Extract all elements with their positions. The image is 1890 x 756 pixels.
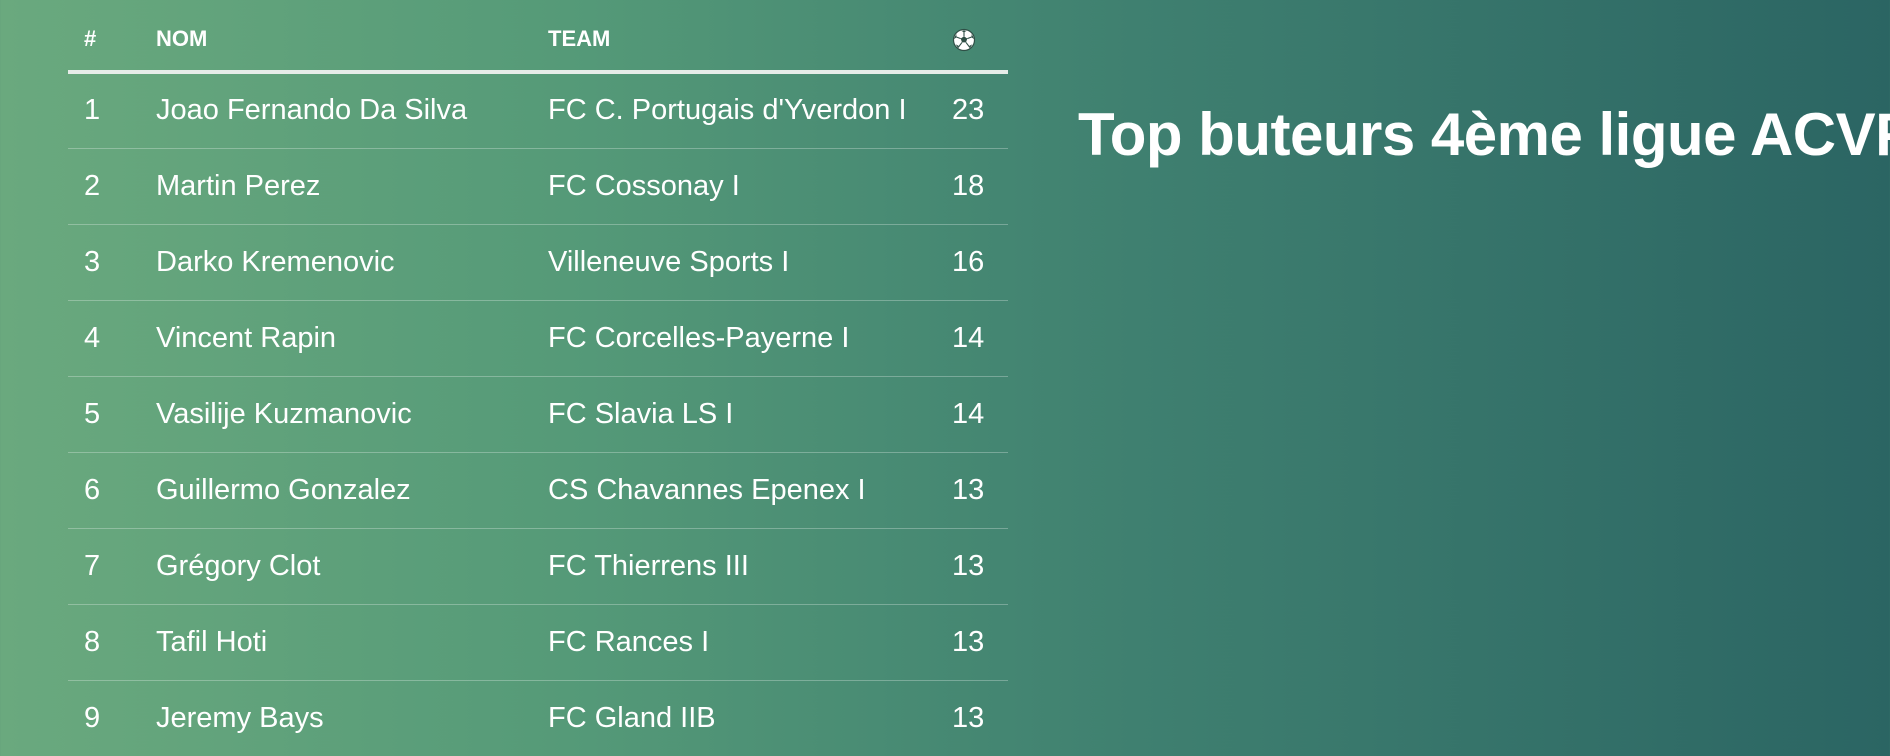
goals-cell: 13 <box>952 701 985 734</box>
table-row: 6 Guillermo Gonzalez CS Chavannes Epenex I… <box>68 452 1008 529</box>
player-name-cell: Jeremy Bays <box>156 701 324 734</box>
table-row: 5 Vasilije Kuzmanovic FC Slavia LS I 14 <box>68 376 1008 453</box>
team-name-cell: FC Gland IIB <box>548 701 716 734</box>
team-name-cell: CS Chavannes Epenex I <box>546 452 950 529</box>
header-goals <box>950 8 1008 74</box>
soccer-ball-icon <box>952 28 976 52</box>
table-header-row: # NOM TEAM <box>68 8 1008 74</box>
table-row: 9 Jeremy Bays FC Gland IIB 13 <box>68 680 1008 756</box>
team-name-cell: FC Rances I <box>546 604 950 681</box>
goals-cell: 13 <box>950 528 1008 605</box>
goals-cell: 18 <box>950 148 1008 225</box>
player-name-cell: Tafil Hoti <box>154 604 546 681</box>
rank-cell: 9 <box>84 701 101 734</box>
header-team: TEAM <box>546 8 950 74</box>
player-name-cell: Guillermo Gonzalez <box>154 452 546 529</box>
team-name-cell: FC C. Portugais d'Yverdon I <box>546 72 950 149</box>
rank-cell: 6 <box>68 452 154 529</box>
table-row: 8 Tafil Hoti FC Rances I 13 <box>68 604 1008 681</box>
team-name-cell: FC Corcelles-Payerne I <box>546 300 950 377</box>
table-row: 2 Martin Perez FC Cossonay I 18 <box>68 148 1008 225</box>
player-name-cell: Vasilije Kuzmanovic <box>154 376 546 453</box>
rank-cell: 2 <box>68 148 154 225</box>
rank-cell: 4 <box>68 300 154 377</box>
team-name-cell: Villeneuve Sports I <box>546 224 950 301</box>
header-name: NOM <box>154 8 546 74</box>
table-row: 3 Darko Kremenovic Villeneuve Sports I 16 <box>68 224 1008 301</box>
player-name-cell: Martin Perez <box>154 148 546 225</box>
rank-cell: 1 <box>68 72 154 149</box>
player-name-cell: Joao Fernando Da Silva <box>154 72 546 149</box>
page-title: Top buteurs 4ème ligue ACVF <box>1078 101 1890 168</box>
player-name-cell: Grégory Clot <box>154 528 546 605</box>
goals-cell: 14 <box>950 376 1008 453</box>
table-row: 4 Vincent Rapin FC Corcelles-Payerne I 14 <box>68 300 1008 377</box>
goals-cell: 13 <box>950 452 1008 529</box>
table-row: 7 Grégory Clot FC Thierrens III 13 <box>68 528 1008 605</box>
rank-cell: 7 <box>68 528 154 605</box>
team-name-cell: FC Slavia LS I <box>546 376 950 453</box>
goals-cell: 13 <box>950 604 1008 681</box>
goals-cell: 23 <box>950 72 1008 149</box>
goals-cell: 14 <box>950 300 1008 377</box>
player-name-cell: Vincent Rapin <box>154 300 546 377</box>
goals-cell: 16 <box>950 224 1008 301</box>
rank-cell: 5 <box>68 376 154 453</box>
header-rank: # <box>68 8 154 74</box>
top-scorers-table: # NOM TEAM 1 Joao Fernando Da Silva FC C. … <box>68 8 1008 756</box>
player-name-cell: Darko Kremenovic <box>154 224 546 301</box>
rank-cell: 8 <box>68 604 154 681</box>
team-name-cell: FC Cossonay I <box>546 148 950 225</box>
rank-cell: 3 <box>68 224 154 301</box>
table-row: 1 Joao Fernando Da Silva FC C. Portugais d… <box>68 72 1008 149</box>
team-name-cell: FC Thierrens III <box>546 528 950 605</box>
